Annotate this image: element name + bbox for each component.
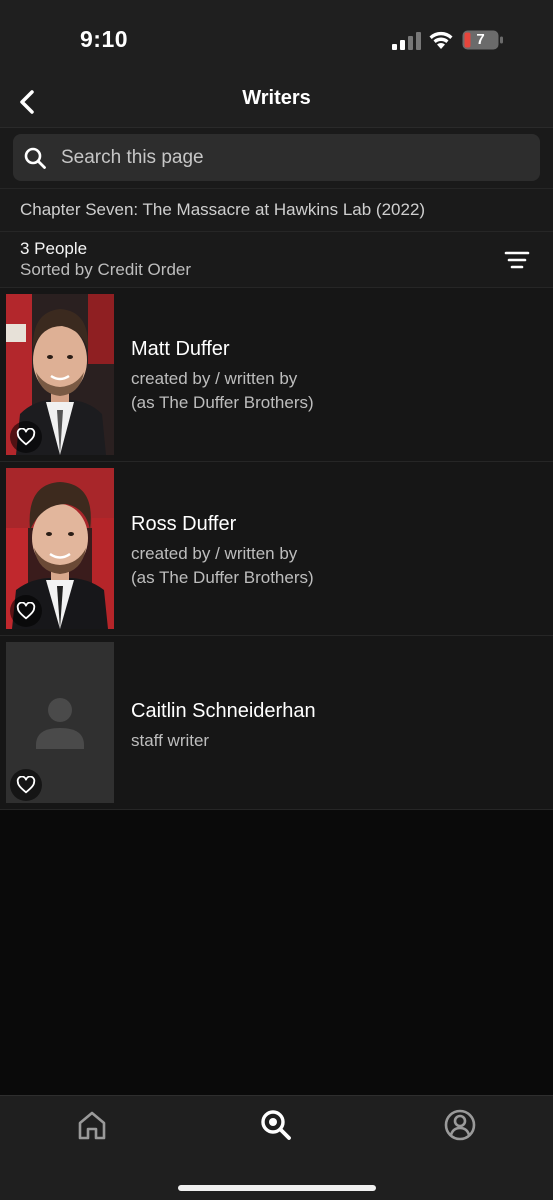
search-icon[interactable] (259, 1108, 293, 1142)
favorite-button[interactable] (10, 595, 42, 627)
profile-icon[interactable] (443, 1108, 477, 1142)
battery-level: 7 (476, 31, 485, 48)
person-name: Ross Duffer (131, 513, 237, 535)
person-row[interactable]: Matt Duffer created by / written by (as … (0, 288, 553, 462)
favorite-button[interactable] (10, 769, 42, 801)
person-role: created by / written by (131, 544, 298, 563)
person-row[interactable]: Caitlin Schneiderhan staff writer (0, 636, 553, 810)
person-name: Caitlin Schneiderhan (131, 700, 316, 722)
person-role-note: (as The Duffer Brothers) (131, 393, 314, 412)
person-name: Matt Duffer (131, 338, 230, 360)
heart-icon (16, 428, 36, 446)
status-time: 9:10 (80, 26, 129, 52)
status-bar: 9:10 7 (0, 0, 553, 78)
home-icon[interactable] (75, 1108, 109, 1142)
title-context-row[interactable]: Chapter Seven: The Massacre at Hawkins L… (0, 188, 553, 232)
sort-label: Sorted by Credit Order (20, 260, 192, 279)
person-role: created by / written by (131, 369, 298, 388)
search-icon (24, 147, 46, 169)
person-role-note: (as The Duffer Brothers) (131, 568, 314, 587)
people-list: Matt Duffer created by / written by (as … (0, 288, 553, 810)
favorite-button[interactable] (10, 421, 42, 453)
tab-bar (0, 1095, 553, 1200)
summary-row: 3 People Sorted by Credit Order (0, 232, 553, 288)
home-indicator (178, 1185, 376, 1191)
search-section (0, 128, 553, 188)
nav-bar: Writers (0, 78, 553, 128)
person-row[interactable]: Ross Duffer created by / written by (as … (0, 462, 553, 636)
heart-icon (16, 776, 36, 794)
sort-icon[interactable] (504, 249, 530, 271)
search-input[interactable] (61, 146, 501, 169)
wifi-icon (429, 31, 453, 49)
cellular-signal-icon (392, 32, 421, 50)
person-role: staff writer (131, 731, 210, 750)
heart-icon (16, 602, 36, 620)
episode-title: Chapter Seven: The Massacre at Hawkins L… (20, 200, 426, 219)
search-bar[interactable] (13, 134, 540, 181)
page-title: Writers (242, 87, 311, 109)
people-count: 3 People (20, 239, 88, 258)
